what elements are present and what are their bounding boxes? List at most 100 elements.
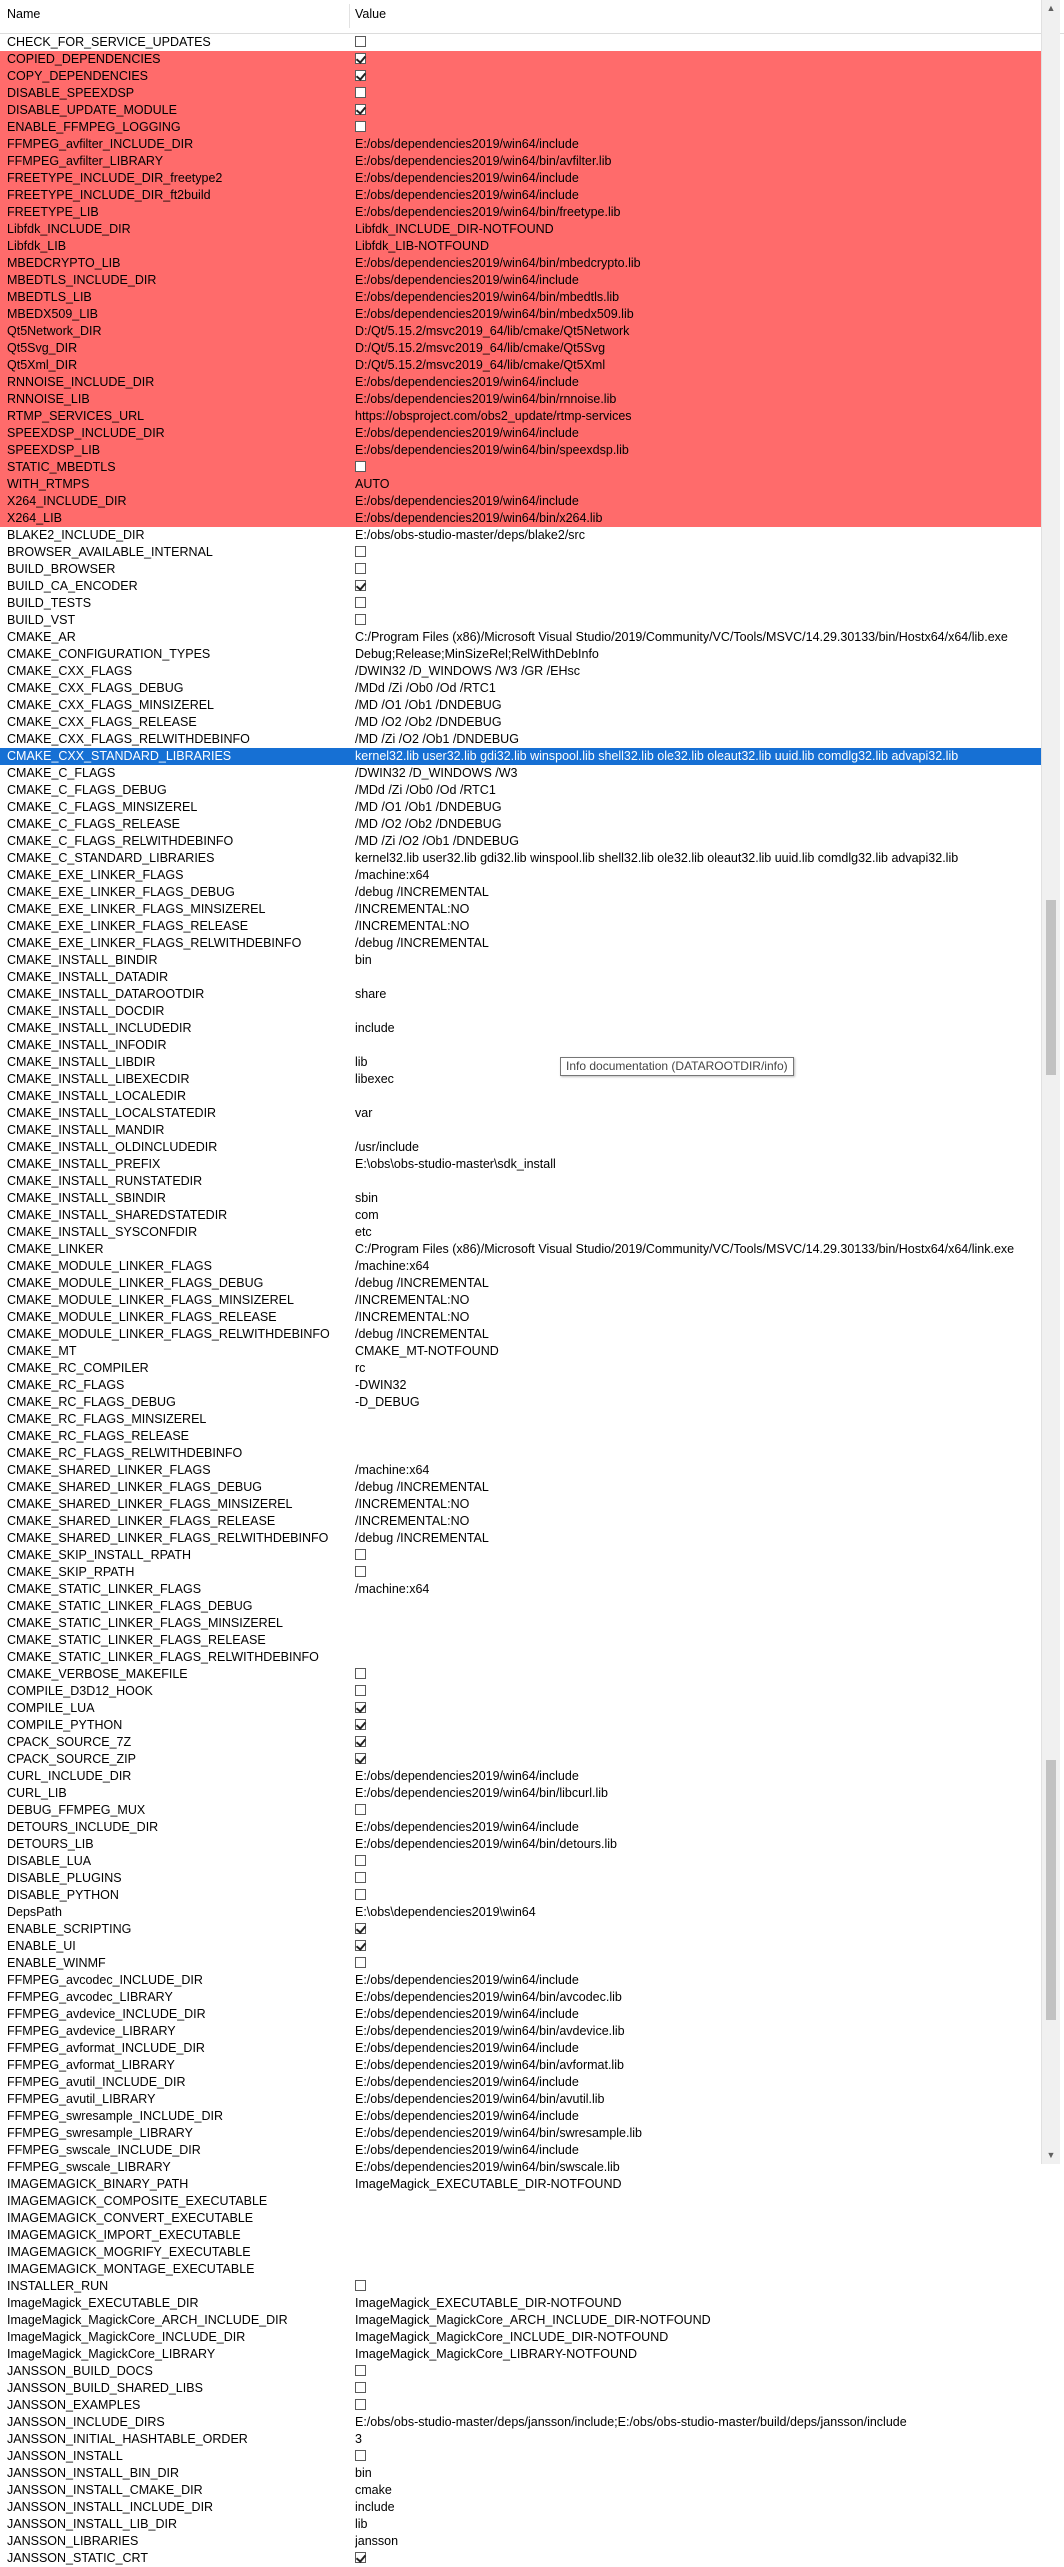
variable-value[interactable]: E:/obs/dependencies2019/win64/bin/mbedcr… <box>355 255 1041 272</box>
variable-value[interactable]: Debug;Release;MinSizeRel;RelWithDebInfo <box>355 646 1041 663</box>
table-row[interactable]: CMAKE_MODULE_LINKER_FLAGS_RELEASE/INCREM… <box>0 1309 1041 1326</box>
table-row[interactable]: RTMP_SERVICES_URL https://obsproject.com/… <box>0 408 1041 425</box>
table-row[interactable]: JANSSON_BUILD_DOCS <box>0 2363 1041 2380</box>
variable-value[interactable]: rc <box>355 1360 1041 1377</box>
variable-value[interactable]: ImageMagick_MagickCore_ARCH_INCLUDE_DIR-… <box>355 2312 1041 2329</box>
table-row[interactable]: BUILD_TESTS <box>0 595 1041 612</box>
variable-value[interactable]: https://obsproject.com/obs2_update/rtmp-… <box>355 408 1041 425</box>
table-row[interactable]: FREETYPE_INCLUDE_DIR_freetype2 E:/obs/dep… <box>0 170 1041 187</box>
variable-value[interactable]: E:/obs/dependencies2019/win64/bin/detour… <box>355 1836 1041 1853</box>
variable-value[interactable]: /debug /INCREMENTAL <box>355 1275 1041 1292</box>
checkbox-unchecked[interactable] <box>355 597 366 608</box>
table-row[interactable]: COPIED_DEPENDENCIES <box>0 51 1041 68</box>
scrollbar-thumb[interactable] <box>1046 900 1056 1075</box>
table-row[interactable]: CHECK_FOR_SERVICE_UPDATES <box>0 34 1041 51</box>
variable-value[interactable]: E:/obs/dependencies2019/win64/include <box>355 187 1041 204</box>
checkbox-unchecked[interactable] <box>355 1668 366 1679</box>
variable-value[interactable]: E:/obs/dependencies2019/win64/bin/rnnois… <box>355 391 1041 408</box>
table-row[interactable]: CMAKE_MODULE_LINKER_FLAGS/machine:x64 <box>0 1258 1041 1275</box>
variable-value[interactable]: C:/Program Files (x86)/Microsoft Visual … <box>355 629 1041 646</box>
checkbox-unchecked[interactable] <box>355 546 366 557</box>
table-row[interactable]: ENABLE_FFMPEG_LOGGING <box>0 119 1041 136</box>
variable-value[interactable]: /MD /O2 /Ob2 /DNDEBUG <box>355 816 1041 833</box>
variable-value[interactable]: E:/obs/obs-studio-master/deps/blake2/src <box>355 527 1041 544</box>
table-row[interactable]: CMAKE_SHARED_LINKER_FLAGS_MINSIZEREL/INC… <box>0 1496 1041 1513</box>
table-row[interactable]: CMAKE_RC_COMPILER rc <box>0 1360 1041 1377</box>
table-row[interactable]: CMAKE_INSTALL_INCLUDEDIR include <box>0 1020 1041 1037</box>
variable-value[interactable]: /DWIN32 /D_WINDOWS /W3 <box>355 765 1041 782</box>
table-row[interactable]: ImageMagick_MagickCore_ARCH_INCLUDE_DIR I… <box>0 2312 1041 2329</box>
table-row[interactable]: JANSSON_INSTALL <box>0 2448 1041 2465</box>
table-row[interactable]: BUILD_VST <box>0 612 1041 629</box>
variable-value[interactable]: ImageMagick_MagickCore_LIBRARY-NOTFOUND <box>355 2346 1041 2363</box>
table-row[interactable]: CMAKE_CXX_FLAGS_DEBUG/MDd /Zi /Ob0 /Od /… <box>0 680 1041 697</box>
variable-value[interactable]: D:/Qt/5.15.2/msvc2019_64/lib/cmake/Qt5Ne… <box>355 323 1041 340</box>
table-row[interactable]: CMAKE_INSTALL_MANDIR <box>0 1122 1041 1139</box>
variable-value[interactable]: E:/obs/dependencies2019/win64/bin/freety… <box>355 204 1041 221</box>
table-row[interactable]: FFMPEG_avutil_INCLUDE_DIR E:/obs/dependen… <box>0 2074 1041 2091</box>
table-row[interactable]: X264_LIB E:/obs/dependencies2019/win64/bi… <box>0 510 1041 527</box>
variable-value[interactable]: /INCREMENTAL:NO <box>355 1513 1041 1530</box>
table-row[interactable]: ImageMagick_EXECUTABLE_DIR ImageMagick_EX… <box>0 2295 1041 2312</box>
vertical-scrollbar[interactable]: ▲ ▼ <box>1041 0 1060 2164</box>
table-row[interactable]: CMAKE_INSTALL_LOCALEDIR <box>0 1088 1041 1105</box>
variable-value[interactable]: Libfdk_LIB-NOTFOUND <box>355 238 1041 255</box>
variable-value[interactable]: kernel32.lib user32.lib gdi32.lib winspo… <box>355 850 1041 867</box>
variable-value[interactable]: /INCREMENTAL:NO <box>355 1496 1041 1513</box>
table-row[interactable]: DISABLE_SPEEXDSP <box>0 85 1041 102</box>
checkbox-checked[interactable] <box>355 1940 366 1951</box>
table-row[interactable]: CMAKE_SHARED_LINKER_FLAGS_DEBUG/debug /I… <box>0 1479 1041 1496</box>
table-row[interactable]: CMAKE_CXX_FLAGS/DWIN32 /D_WINDOWS /W3 /G… <box>0 663 1041 680</box>
table-row[interactable]: COMPILE_D3D12_HOOK <box>0 1683 1041 1700</box>
variable-value[interactable]: E:/obs/dependencies2019/win64/include <box>355 170 1041 187</box>
table-row[interactable]: CMAKE_C_FLAGS/DWIN32 /D_WINDOWS /W3 <box>0 765 1041 782</box>
table-row[interactable]: BROWSER_AVAILABLE_INTERNAL <box>0 544 1041 561</box>
table-row[interactable]: FFMPEG_avcodec_INCLUDE_DIR E:/obs/depende… <box>0 1972 1041 1989</box>
table-row[interactable]: Qt5Xml_DIR D:/Qt/5.15.2/msvc2019_64/lib/c… <box>0 357 1041 374</box>
variable-value[interactable]: /debug /INCREMENTAL <box>355 884 1041 901</box>
checkbox-checked[interactable] <box>355 53 366 64</box>
table-row[interactable]: CMAKE_SHARED_LINKER_FLAGS_RELEASE/INCREM… <box>0 1513 1041 1530</box>
checkbox-checked[interactable] <box>355 2552 366 2563</box>
table-row[interactable]: CMAKE_C_FLAGS_RELEASE/MD /O2 /Ob2 /DNDEB… <box>0 816 1041 833</box>
column-divider[interactable] <box>349 4 350 28</box>
table-row[interactable]: JANSSON_INCLUDE_DIRS E:/obs/obs-studio-ma… <box>0 2414 1041 2431</box>
table-row[interactable]: FFMPEG_avcodec_LIBRARY E:/obs/dependencie… <box>0 1989 1041 2006</box>
checkbox-unchecked[interactable] <box>355 2382 366 2393</box>
table-row[interactable]: CMAKE_VERBOSE_MAKEFILE <box>0 1666 1041 1683</box>
variable-value[interactable]: include <box>355 1020 1041 1037</box>
variable-value[interactable]: E:/obs/dependencies2019/win64/include <box>355 2006 1041 2023</box>
checkbox-unchecked[interactable] <box>355 1549 366 1560</box>
checkbox-unchecked[interactable] <box>355 2399 366 2410</box>
table-row[interactable]: CMAKE_SHARED_LINKER_FLAGS_RELWITHDEBINFO… <box>0 1530 1041 1547</box>
variable-value[interactable]: E:/obs/dependencies2019/win64/include <box>355 2074 1041 2091</box>
variable-value[interactable]: /debug /INCREMENTAL <box>355 935 1041 952</box>
variable-value[interactable]: cmake <box>355 2482 1041 2499</box>
table-row[interactable]: MBEDCRYPTO_LIB E:/obs/dependencies2019/wi… <box>0 255 1041 272</box>
table-row[interactable]: INSTALLER_RUN <box>0 2278 1041 2295</box>
table-row[interactable]: COMPILE_PYTHON <box>0 1717 1041 1734</box>
checkbox-checked[interactable] <box>355 580 366 591</box>
table-row[interactable]: FFMPEG_swresample_INCLUDE_DIR E:/obs/depe… <box>0 2108 1041 2125</box>
checkbox-unchecked[interactable] <box>355 1889 366 1900</box>
variable-value[interactable]: E:/obs/dependencies2019/win64/include <box>355 2142 1041 2159</box>
table-row[interactable]: FFMPEG_avfilter_INCLUDE_DIR E:/obs/depend… <box>0 136 1041 153</box>
table-row[interactable]: CMAKE_INSTALL_INFODIR <box>0 1037 1041 1054</box>
table-row[interactable]: Libfdk_INCLUDE_DIR Libfdk_INCLUDE_DIR-NOT… <box>0 221 1041 238</box>
variable-value[interactable]: E:/obs/dependencies2019/win64/bin/swresa… <box>355 2125 1041 2142</box>
table-row[interactable]: CMAKE_RC_FLAGS_DEBUG -D_DEBUG <box>0 1394 1041 1411</box>
table-row[interactable]: CMAKE_MODULE_LINKER_FLAGS_RELWITHDEBINFO… <box>0 1326 1041 1343</box>
table-row[interactable]: CMAKE_INSTALL_LIBEXECDIR libexec <box>0 1071 1041 1088</box>
scroll-down-arrow-icon[interactable]: ▼ <box>1042 2147 1060 2164</box>
variable-value[interactable]: /MDd /Zi /Ob0 /Od /RTC1 <box>355 782 1041 799</box>
variable-value[interactable]: E:/obs/dependencies2019/win64/bin/avcode… <box>355 1989 1041 2006</box>
variable-value[interactable]: /MD /Zi /O2 /Ob1 /DNDEBUG <box>355 731 1041 748</box>
variable-value[interactable]: E:/obs/dependencies2019/win64/include <box>355 2108 1041 2125</box>
variable-value[interactable]: E:/obs/dependencies2019/win64/bin/libcur… <box>355 1785 1041 1802</box>
table-row[interactable]: CMAKE_INSTALL_DATAROOTDIR share <box>0 986 1041 1003</box>
variable-value[interactable]: /debug /INCREMENTAL <box>355 1530 1041 1547</box>
checkbox-unchecked[interactable] <box>355 1872 366 1883</box>
table-row[interactable]: SPEEXDSP_LIB E:/obs/dependencies2019/win6… <box>0 442 1041 459</box>
table-row[interactable]: CMAKE_INSTALL_DATADIR <box>0 969 1041 986</box>
table-row[interactable]: CMAKE_C_FLAGS_MINSIZEREL/MD /O1 /Ob1 /DN… <box>0 799 1041 816</box>
